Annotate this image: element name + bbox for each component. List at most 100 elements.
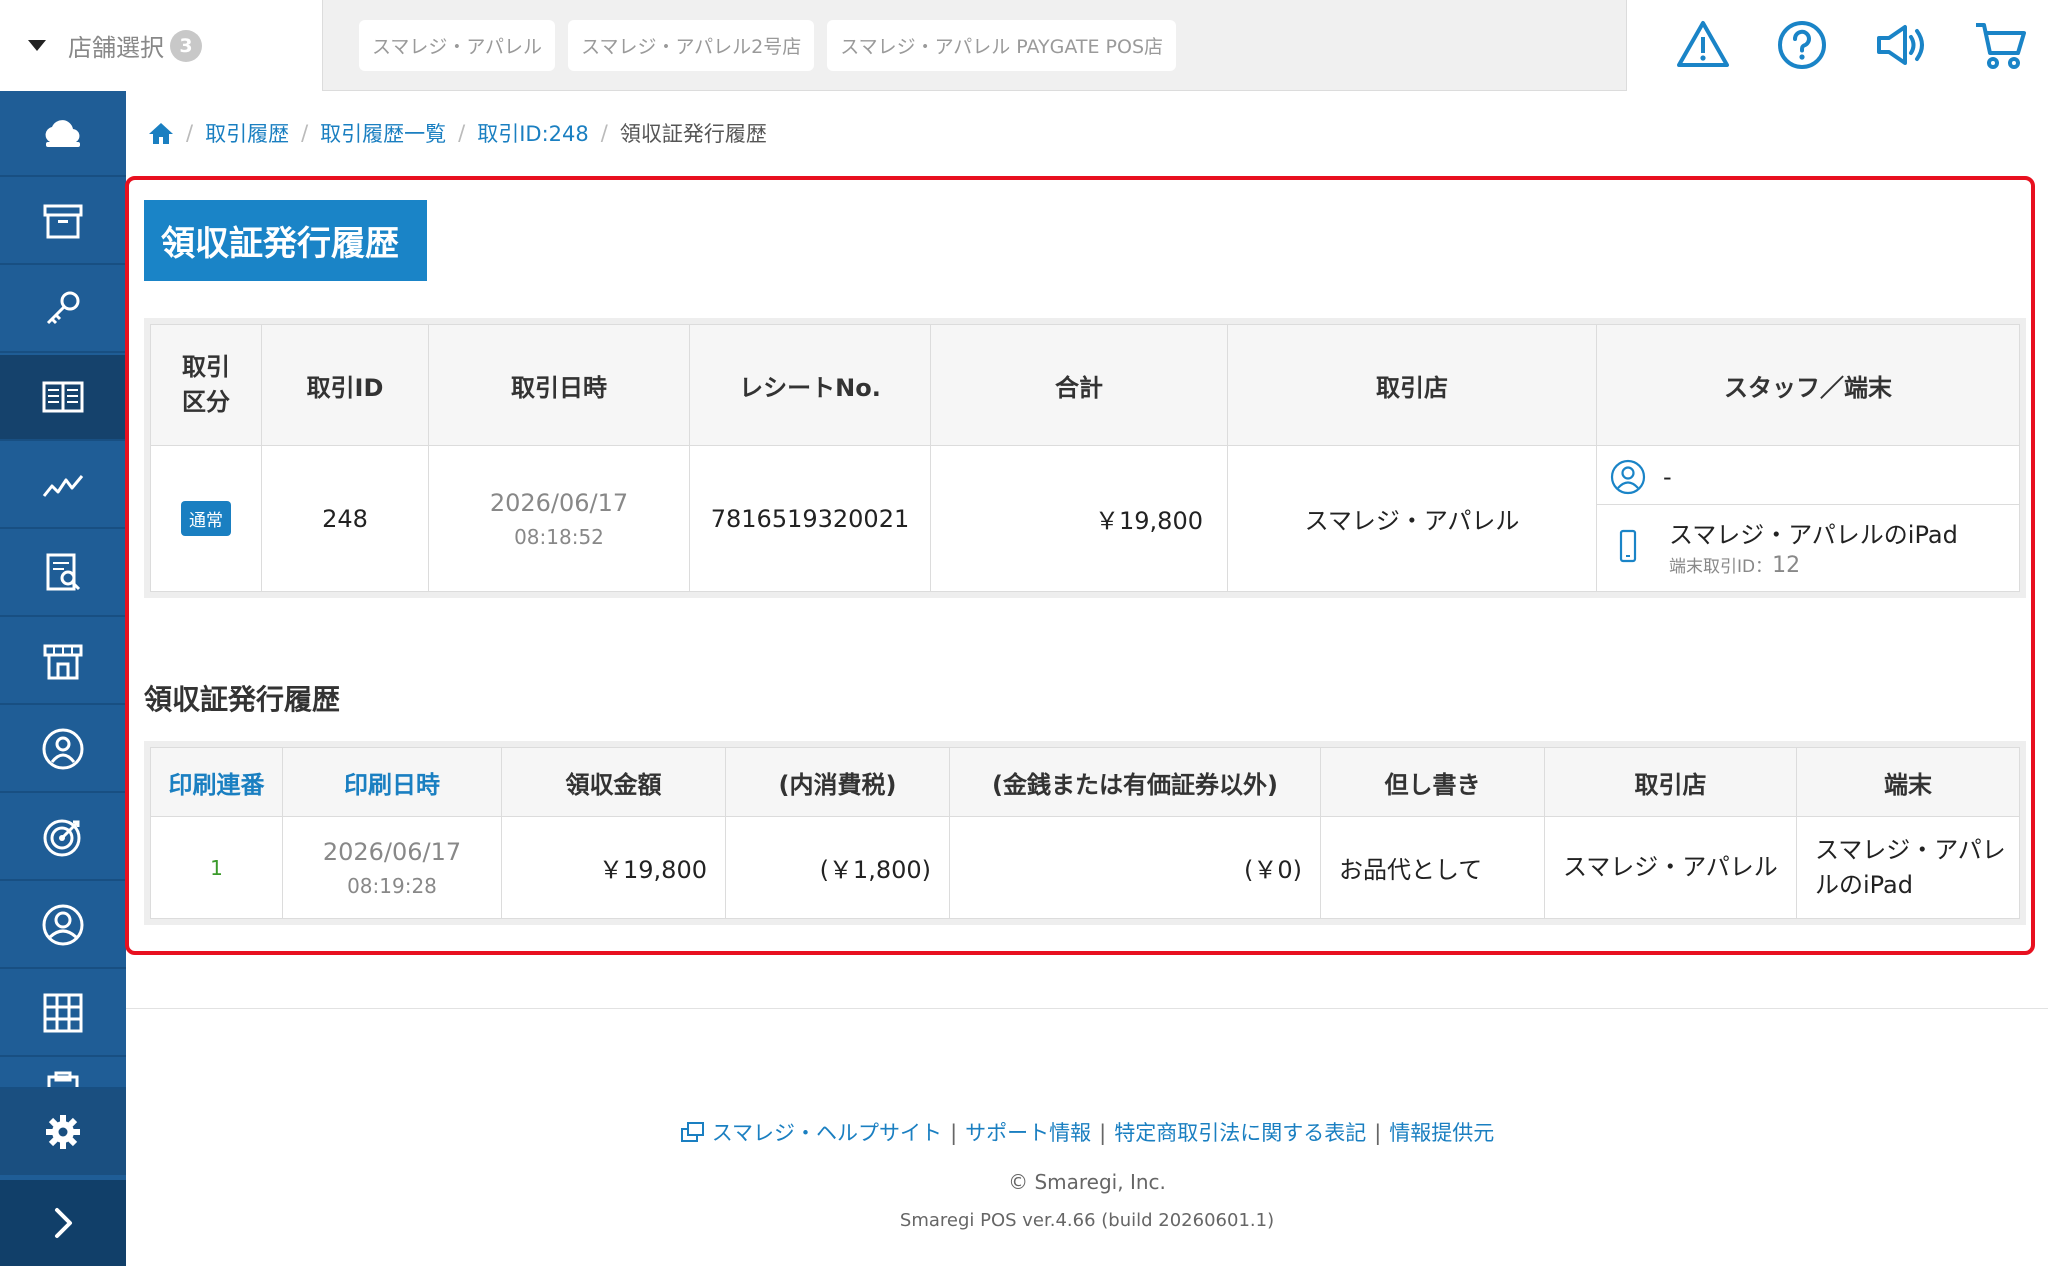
transaction-table-container: 取引 区分 取引ID 取引日時 レシートNo. 合計 取引店 スタッフ／端末 通… (144, 318, 2026, 598)
transaction-table: 取引 区分 取引ID 取引日時 レシートNo. 合計 取引店 スタッフ／端末 通… (150, 324, 2020, 592)
footer-separator: | (1099, 1121, 1107, 1145)
printed-time: 08:19:28 (347, 873, 437, 898)
header-print-seq[interactable]: 印刷連番 (150, 747, 283, 817)
target-icon (43, 819, 81, 857)
phone-icon (1619, 529, 1637, 563)
sidebar-item-report[interactable] (0, 531, 126, 617)
header-type: 取引 区分 (150, 324, 262, 446)
header-printed-at[interactable]: 印刷日時 (282, 747, 502, 817)
caret-down-icon (28, 40, 46, 51)
sidebar-item-apps[interactable] (0, 971, 126, 1057)
apps-icon (43, 993, 83, 1033)
sidebar-item-book[interactable] (0, 355, 126, 441)
sidebar-item-clipboard[interactable] (0, 1059, 126, 1089)
header-non-cash: (金銭または有価証券以外) (949, 747, 1321, 817)
footer-separator: | (950, 1121, 958, 1145)
alert-icon[interactable] (1675, 17, 1731, 73)
terminal-txn-value: 12 (1772, 552, 1801, 578)
report-icon (46, 553, 81, 591)
transaction-id: 248 (261, 445, 429, 592)
table-row: 1 2026/06/17 08:19:28 ￥19,800 (￥1,800) (… (150, 816, 2020, 919)
copyright: © Smaregi, Inc. (1008, 1170, 1166, 1194)
top-icon-group (1626, 0, 2048, 91)
sidebar-item-user[interactable] (0, 883, 126, 969)
footer-separator: | (1374, 1121, 1382, 1145)
user-icon (42, 904, 84, 946)
footer-link-source[interactable]: 情報提供元 (1389, 1121, 1494, 1145)
type-cell: 通常 (150, 445, 262, 592)
terminal-row: スマレジ・アパレルのiPad 端末取引ID：12 (1597, 505, 2019, 588)
receipt-terminal: スマレジ・アパレルのiPad (1796, 816, 2020, 919)
footer-link-help[interactable]: スマレジ・ヘルプサイト (712, 1121, 942, 1145)
print-seq: 1 (150, 816, 283, 919)
receipt-amount: ￥19,800 (501, 816, 726, 919)
page-title: 領収証発行履歴 (144, 200, 427, 281)
store-count-badge: 3 (170, 29, 202, 62)
receipt-non-cash: (￥0) (949, 816, 1321, 919)
top-bar: 店舗選択 3 スマレジ・アパレル スマレジ・アパレル2号店 スマレジ・アパレル … (0, 0, 2048, 91)
gear-icon (46, 1115, 80, 1149)
expand-sidebar-button[interactable] (0, 1180, 126, 1266)
customer-icon (42, 728, 84, 770)
sidebar (0, 91, 126, 1266)
sidebar-item-cloud[interactable] (0, 91, 126, 177)
footer-divider (126, 1008, 2048, 1009)
receipt-no: 7816519320021 (689, 445, 931, 592)
home-icon[interactable] (148, 121, 174, 145)
sidebar-item-store[interactable] (0, 619, 126, 705)
header-total: 合計 (930, 324, 1228, 446)
header-tax: (内消費税) (725, 747, 950, 817)
staff-icon (1610, 459, 1646, 494)
footer-link-support[interactable]: サポート情報 (965, 1121, 1091, 1145)
store-select-dropdown[interactable]: 店舗選択 3 (0, 0, 323, 91)
announcement-icon[interactable] (1873, 17, 1929, 73)
store-tab[interactable]: スマレジ・アパレル PAYGATE POS店 (827, 20, 1177, 71)
book-icon (42, 381, 84, 413)
sidebar-item-key[interactable] (0, 267, 126, 353)
key-icon (46, 291, 80, 325)
breadcrumb-transaction-id[interactable]: 取引ID:248 (477, 118, 589, 148)
receipt-store: スマレジ・アパレル (1544, 816, 1797, 919)
archive-icon (43, 204, 83, 239)
total-amount: ￥19,800 (930, 445, 1228, 592)
terminal-transaction-id: 端末取引ID：12 (1669, 550, 1958, 578)
terminal-name: スマレジ・アパレルのiPad (1669, 520, 1958, 549)
help-icon[interactable] (1774, 17, 1830, 73)
sidebar-item-target[interactable] (0, 795, 126, 881)
datetime-cell: 2026/06/17 08:18:52 (428, 445, 690, 592)
header-receipt-no: レシートNo. (689, 324, 931, 446)
settings-button[interactable] (0, 1089, 126, 1175)
receipt-table-container: 印刷連番 印刷日時 領収金額 (内消費税) (金銭または有価証券以外) 但し書き… (144, 741, 2026, 925)
store-select-label: 店舗選択 (68, 34, 164, 62)
store-tab[interactable]: スマレジ・アパレル (359, 20, 556, 71)
cart-icon[interactable] (1972, 17, 2028, 73)
chevron-right-icon (55, 1208, 72, 1238)
staff-name: - (1663, 462, 1672, 491)
sidebar-item-customer[interactable] (0, 707, 126, 793)
store-name: スマレジ・アパレル (1227, 445, 1597, 592)
breadcrumb: / 取引履歴 / 取引履歴一覧 / 取引ID:248 / 領収証発行履歴 (148, 118, 767, 148)
header-transaction-id: 取引ID (261, 324, 429, 446)
store-tab[interactable]: スマレジ・アパレル2号店 (568, 20, 815, 71)
breadcrumb-transaction-list[interactable]: 取引履歴一覧 (320, 118, 446, 148)
sidebar-item-archive[interactable] (0, 179, 126, 265)
receipt-tax: (￥1,800) (725, 816, 950, 919)
version-info: Smaregi POS ver.4.66 (build 20260601.1) (899, 1210, 1275, 1231)
staff-row: - (1597, 450, 2019, 505)
header-datetime: 取引日時 (428, 324, 690, 446)
analytics-icon (42, 475, 84, 497)
breadcrumb-separator: / (458, 121, 466, 145)
header-amount: 領収金額 (501, 747, 726, 817)
receipt-history-table: 印刷連番 印刷日時 領収金額 (内消費税) (金銭または有価証券以外) 但し書き… (150, 747, 2020, 919)
footer-link-legal[interactable]: 特定商取引法に関する表記 (1114, 1121, 1366, 1145)
terminal-info: スマレジ・アパレルのiPad 端末取引ID：12 (1669, 515, 1958, 578)
clipboard-icon (47, 1071, 79, 1087)
printed-at-cell: 2026/06/17 08:19:28 (282, 816, 502, 919)
section-title: 領収証発行履歴 (144, 683, 341, 716)
external-link-icon (680, 1122, 704, 1142)
breadcrumb-separator: / (301, 121, 309, 145)
breadcrumb-separator: / (600, 121, 608, 145)
sidebar-item-analytics[interactable] (0, 443, 126, 529)
breadcrumb-transaction-history[interactable]: 取引履歴 (205, 118, 289, 148)
transaction-date: 2026/06/17 (489, 488, 629, 517)
